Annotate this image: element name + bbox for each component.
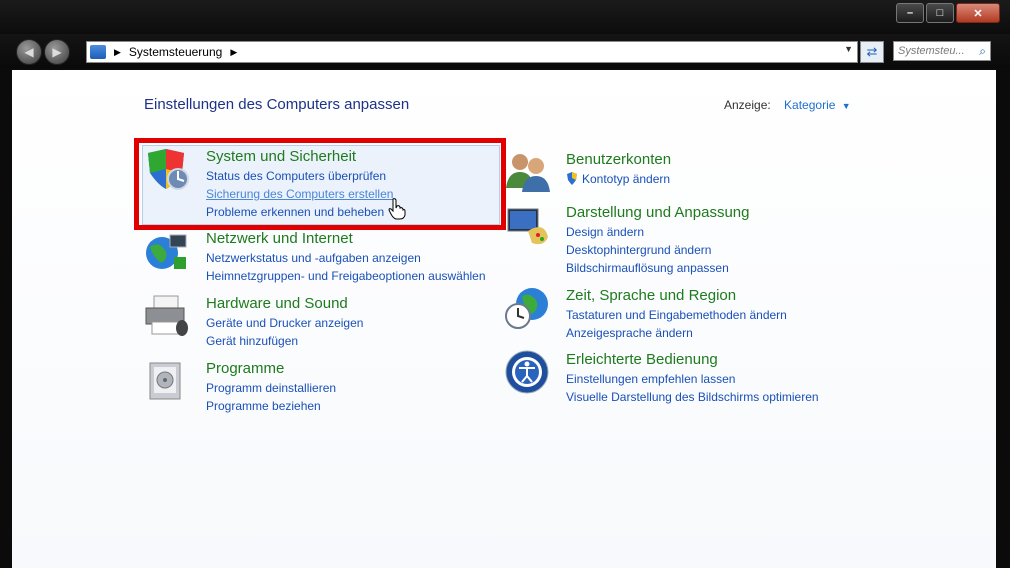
printer-icon: [145, 295, 188, 336]
navigation-bar: ◀ ▶ ▶ Systemsteuerung ▶ ▼ ⇄ Systemsteu..…: [0, 34, 1010, 68]
link-label: Kontotyp ändern: [582, 172, 671, 186]
forward-button[interactable]: ▶: [44, 39, 70, 65]
link-screen-resolution[interactable]: Bildschirmauflösung anpassen: [566, 259, 749, 277]
category-title[interactable]: Zeit, Sprache und Region: [566, 286, 787, 306]
breadcrumb-separator[interactable]: ▶: [230, 47, 237, 58]
ease-of-access-icon: [505, 350, 549, 394]
link-recommend-settings[interactable]: Einstellungen empfehlen lassen: [566, 370, 819, 388]
address-bar[interactable]: ▶ Systemsteuerung ▶ ▼: [86, 41, 858, 63]
display-palette-icon: [507, 208, 548, 245]
network-globe-icon: [146, 234, 187, 269]
breadcrumb-separator: ▶: [114, 46, 121, 57]
link-devices-printers[interactable]: Geräte und Drucker anzeigen: [206, 314, 363, 332]
link-display-language[interactable]: Anzeigesprache ändern: [566, 324, 787, 342]
page-title: Einstellungen des Computers anpassen: [144, 96, 410, 113]
link-uninstall-program[interactable]: Programm deinstallieren: [206, 379, 336, 397]
view-label: Anzeige:: [724, 98, 771, 112]
highlight-box: [134, 138, 506, 230]
link-add-device[interactable]: Gerät hinzufügen: [206, 332, 363, 350]
search-input[interactable]: Systemsteu... ⌕: [893, 41, 991, 61]
view-selector: Anzeige: Kategorie ▼: [724, 98, 851, 112]
close-button[interactable]: ✕: [956, 3, 1000, 23]
maximize-button[interactable]: □: [926, 3, 954, 23]
breadcrumb-systemsteuerung[interactable]: Systemsteuerung: [129, 45, 222, 59]
search-icon[interactable]: ⌕: [979, 44, 986, 59]
hand-cursor-icon: [388, 198, 406, 220]
link-desktop-background[interactable]: Desktophintergrund ändern: [566, 241, 749, 259]
category-title[interactable]: Hardware und Sound: [206, 294, 363, 314]
link-keyboards-input[interactable]: Tastaturen und Eingabemethoden ändern: [566, 306, 787, 324]
uac-shield-icon: [567, 172, 577, 185]
category-title[interactable]: Darstellung und Anpassung: [566, 203, 749, 223]
back-button[interactable]: ◀: [16, 39, 42, 65]
link-change-account-type[interactable]: Kontotyp ändern: [566, 170, 671, 188]
title-bar: – □ ✕: [0, 0, 1010, 34]
programs-icon: [149, 362, 181, 400]
address-dropdown-icon[interactable]: ▼: [844, 44, 853, 54]
category-title[interactable]: Netzwerk und Internet: [206, 229, 486, 249]
category-title[interactable]: Benutzerkonten: [566, 150, 671, 170]
link-network-status[interactable]: Netzwerkstatus und -aufgaben anzeigen: [206, 249, 486, 267]
link-homegroup-sharing[interactable]: Heimnetzgruppen- und Freigabeoptionen au…: [206, 267, 486, 285]
control-panel-content: Einstellungen des Computers anpassen Anz…: [12, 70, 996, 568]
minimize-button[interactable]: –: [896, 3, 924, 23]
link-optimize-visual-display[interactable]: Visuelle Darstellung des Bildschirms opt…: [566, 388, 819, 406]
window-controls: – □ ✕: [896, 3, 1000, 23]
control-panel-icon: [90, 45, 106, 59]
search-placeholder: Systemsteu...: [898, 45, 965, 57]
category-title[interactable]: Erleichterte Bedienung: [566, 350, 819, 370]
link-change-theme[interactable]: Design ändern: [566, 223, 749, 241]
users-icon: [506, 154, 550, 192]
clock-globe-icon: [505, 288, 548, 329]
chevron-down-icon[interactable]: ▼: [842, 101, 851, 111]
view-dropdown[interactable]: Kategorie: [784, 98, 835, 112]
link-get-programs[interactable]: Programme beziehen: [206, 397, 336, 415]
refresh-icon[interactable]: ⇄: [860, 41, 884, 63]
category-title[interactable]: Programme: [206, 359, 336, 379]
